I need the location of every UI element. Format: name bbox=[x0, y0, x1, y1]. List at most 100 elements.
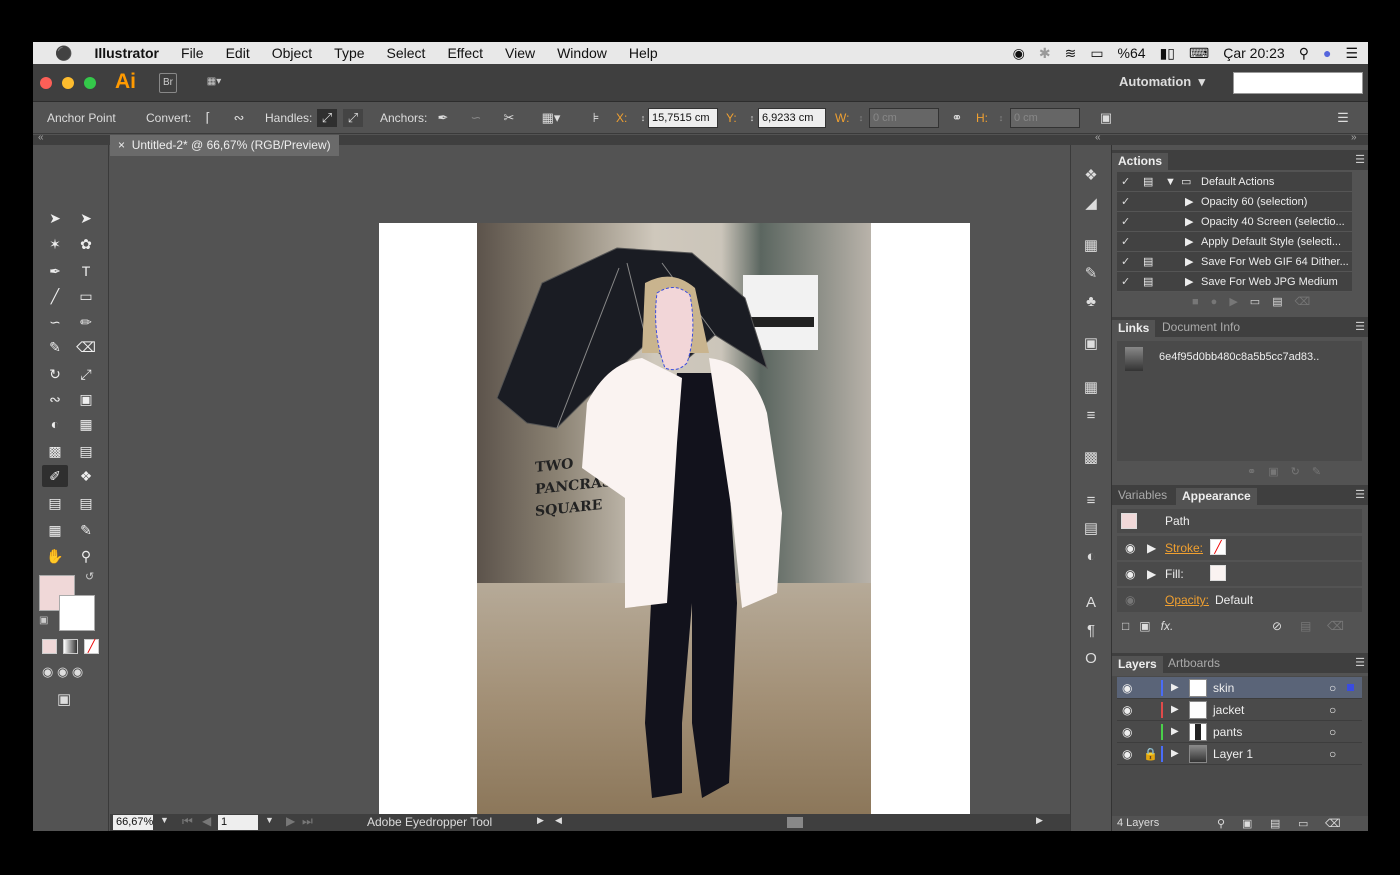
h-stepper[interactable]: ↕ bbox=[991, 109, 1011, 127]
line-tool-icon[interactable]: ╱ bbox=[42, 285, 68, 307]
paintbrush-tool-icon[interactable]: ∽ bbox=[42, 311, 68, 333]
tab-layers[interactable]: Layers bbox=[1112, 656, 1163, 673]
check-icon[interactable]: ✓ bbox=[1121, 172, 1137, 191]
direct-selection-tool-icon[interactable]: ➤ bbox=[73, 207, 99, 229]
delete-layer-icon[interactable]: ⌫ bbox=[1325, 817, 1341, 830]
layer-row-skin[interactable]: ◉ ▶ skin ○ bbox=[1117, 677, 1362, 699]
x-field[interactable]: 15,7515 cm bbox=[648, 108, 718, 128]
scale-tool-icon[interactable]: ⤢ bbox=[73, 363, 99, 385]
layer-name[interactable]: skin bbox=[1213, 677, 1234, 699]
lasso-tool-icon[interactable]: ✿ bbox=[73, 233, 99, 255]
pathfinder-panel-icon[interactable]: ▩ bbox=[1080, 447, 1102, 469]
layer-eye-icon[interactable]: ◉ bbox=[1122, 743, 1132, 765]
action-row[interactable]: ✓ ▶ Opacity 60 (selection) bbox=[1117, 192, 1352, 212]
h-scroll-thumb[interactable] bbox=[787, 817, 803, 828]
h-scroll-right-icon[interactable]: ▶ bbox=[1036, 815, 1043, 826]
layer-name[interactable]: pants bbox=[1213, 721, 1242, 743]
pencil-tool-icon[interactable]: ✏ bbox=[73, 311, 99, 333]
menu-app-name[interactable]: Illustrator bbox=[83, 45, 170, 61]
action-row[interactable]: ✓ ▤ ▶ Save For Web JPG Medium bbox=[1117, 272, 1352, 292]
spotlight-icon[interactable]: ⚲ bbox=[1299, 45, 1309, 62]
transform-panel-icon[interactable]: ▦ bbox=[1080, 377, 1102, 399]
free-transform-tool-icon[interactable]: ▣ bbox=[73, 388, 99, 410]
tab-document-info[interactable]: Document Info bbox=[1156, 320, 1246, 334]
h-field[interactable]: 0 cm bbox=[1010, 108, 1080, 128]
minimize-button[interactable] bbox=[62, 77, 74, 89]
remove-anchor-icon[interactable]: ✒ bbox=[433, 109, 453, 127]
constrain-link-icon[interactable]: ⚭ bbox=[947, 109, 967, 127]
collapse-mid-icon[interactable]: « bbox=[1095, 132, 1101, 143]
eraser-tool-icon[interactable]: ⌫ bbox=[73, 336, 99, 358]
artboard[interactable]: TWO PANCRAS SQUARE bbox=[379, 223, 970, 814]
slice-tool-icon[interactable]: ✎ bbox=[73, 519, 99, 541]
placed-photo[interactable]: TWO PANCRAS SQUARE bbox=[477, 223, 871, 814]
prev-artboard-icon[interactable]: ◀ bbox=[202, 814, 211, 828]
paragraph-panel-icon[interactable]: ¶ bbox=[1080, 620, 1102, 642]
bluetooth-icon[interactable]: ✱ bbox=[1039, 45, 1051, 62]
search-input[interactable] bbox=[1233, 72, 1363, 94]
column-graph-tool-icon[interactable]: ▤ bbox=[73, 492, 99, 514]
layer-target-icon[interactable]: ○ bbox=[1329, 743, 1336, 765]
layers-menu-icon[interactable]: ☰ bbox=[1355, 656, 1365, 669]
mesh-tool-icon[interactable]: ▩ bbox=[42, 440, 68, 462]
layer-eye-icon[interactable]: ◉ bbox=[1122, 721, 1132, 743]
collapse-right-icon[interactable]: » bbox=[1351, 132, 1357, 143]
action-row[interactable]: ✓ ▤ ▶ Save For Web GIF 64 Dither... bbox=[1117, 252, 1352, 272]
next-artboard-icon[interactable]: ▶ bbox=[286, 814, 295, 828]
layer-eye-icon[interactable]: ◉ bbox=[1122, 677, 1132, 699]
tab-actions[interactable]: Actions bbox=[1112, 153, 1169, 170]
screen-mode-icon[interactable]: ▣ bbox=[57, 690, 71, 708]
airplay-icon[interactable]: ▭ bbox=[1090, 45, 1103, 62]
add-stroke-icon[interactable]: □ bbox=[1122, 619, 1129, 633]
color-panel-icon[interactable]: ❖ bbox=[1080, 165, 1102, 187]
expand-icon[interactable]: ▶ bbox=[1147, 541, 1156, 555]
expand-icon[interactable]: ▶ bbox=[1171, 721, 1179, 743]
check-icon[interactable]: ✓ bbox=[1121, 252, 1137, 271]
hand-tool-icon[interactable]: ✋ bbox=[42, 545, 68, 567]
stroke-panel-icon[interactable]: ≡ bbox=[1080, 490, 1102, 512]
artboard-tool-icon[interactable]: ▦ bbox=[42, 519, 68, 541]
appearance-menu-icon[interactable]: ☰ bbox=[1355, 488, 1365, 501]
expand-icon[interactable]: ▶ bbox=[1171, 699, 1179, 721]
document-tab[interactable]: × Untitled-2* @ 66,67% (RGB/Preview) bbox=[110, 135, 339, 156]
clock[interactable]: Çar 20:23 bbox=[1223, 45, 1284, 61]
magic-wand-tool-icon[interactable]: ✶ bbox=[42, 233, 68, 255]
wifi-icon[interactable]: ≋ bbox=[1065, 45, 1077, 62]
layer-name[interactable]: jacket bbox=[1213, 699, 1244, 721]
check-icon[interactable]: ✓ bbox=[1121, 192, 1137, 211]
opacity-label[interactable]: Opacity: bbox=[1165, 593, 1209, 607]
perspective-grid-tool-icon[interactable]: ▦ bbox=[73, 413, 99, 435]
figure-vector[interactable] bbox=[477, 223, 871, 814]
duplicate-item-icon[interactable]: ▤ bbox=[1300, 619, 1311, 633]
close-button[interactable] bbox=[40, 77, 52, 89]
selection-tool-icon[interactable]: ➤ bbox=[42, 207, 68, 229]
width-tool-icon[interactable]: ∾ bbox=[42, 388, 68, 410]
clear-appearance-icon[interactable]: ⊘ bbox=[1272, 619, 1282, 633]
symbol-sprayer-tool-icon[interactable]: ▤ bbox=[42, 492, 68, 514]
expand-icon[interactable]: ▶ bbox=[1171, 677, 1179, 699]
hide-handles-icon[interactable]: ⤢ bbox=[343, 109, 363, 127]
workspace-switcher[interactable]: Automation ▾ bbox=[1119, 74, 1205, 90]
color-guide-panel-icon[interactable]: ◢ bbox=[1080, 193, 1102, 215]
link-row[interactable]: 6e4f95d0bb480c8a5b5cc7ad83.. bbox=[1117, 341, 1362, 375]
y-field[interactable]: 6,9233 cm bbox=[758, 108, 826, 128]
shape-builder-tool-icon[interactable]: ◐ bbox=[42, 413, 68, 435]
check-icon[interactable]: ✓ bbox=[1121, 232, 1137, 251]
zoom-dropdown-icon[interactable]: ▼ bbox=[160, 815, 169, 825]
w-stepper[interactable]: ↕ bbox=[851, 109, 871, 127]
record-action-icon[interactable]: ● bbox=[1211, 296, 1230, 308]
menu-help[interactable]: Help bbox=[618, 45, 669, 61]
expand-icon[interactable]: ▼ bbox=[1165, 172, 1176, 191]
layer-target-icon[interactable]: ○ bbox=[1329, 699, 1336, 721]
fill-swatch-appearance[interactable] bbox=[1210, 565, 1226, 581]
blend-tool-icon[interactable]: ❖ bbox=[73, 465, 99, 487]
expand-icon[interactable]: ▶ bbox=[1171, 743, 1179, 765]
keyboard-icon[interactable]: ⌨ bbox=[1189, 45, 1209, 62]
links-menu-icon[interactable]: ☰ bbox=[1355, 320, 1365, 333]
layer-selected-indicator[interactable] bbox=[1347, 684, 1354, 691]
draw-mode-icon[interactable]: ◉ ◉ ◉ bbox=[42, 664, 83, 680]
expand-icon[interactable]: ▶ bbox=[1185, 192, 1193, 211]
show-handles-icon[interactable]: ⤢ bbox=[317, 109, 337, 127]
appearance-opacity-row[interactable]: ◉ Opacity: Default bbox=[1117, 588, 1362, 612]
collapse-left-icon[interactable]: « bbox=[38, 132, 44, 143]
